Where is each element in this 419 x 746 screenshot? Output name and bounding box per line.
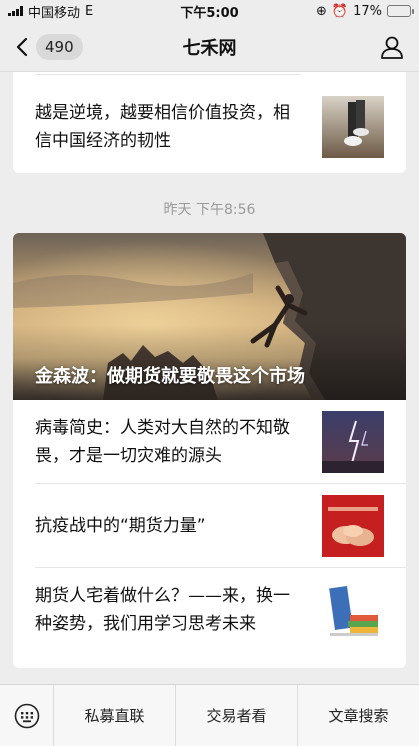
signal-strength-icon — [8, 6, 23, 16]
article-title: 病毒简史：人类对大自然的不知敬畏，才是一切灾难的源头 — [35, 418, 290, 466]
alarm-icon: ⏰ — [331, 3, 349, 19]
navigation-bar: 490 七禾网 — [0, 22, 419, 72]
keyboard-icon — [14, 703, 39, 728]
hero-title: 金森波：做期货就要敬畏这个市场 — [35, 366, 305, 387]
article-title: 抗疫战中的“期货力量” — [35, 516, 206, 536]
divider — [35, 74, 300, 75]
carrier-name: 中国移动 — [28, 5, 81, 21]
back-button[interactable]: 490 — [12, 33, 83, 60]
battery-icon — [387, 5, 414, 17]
lightning-storm-thumbnail — [322, 411, 384, 473]
article-card: 金森波：做期货就要敬畏这个市场 病毒简史：人类对大自然的不知敬畏，才是一切灾难的… — [13, 233, 406, 668]
profile-icon[interactable] — [379, 34, 405, 60]
unread-count-badge: 490 — [36, 33, 83, 60]
status-bar: 中国移动 E 下午5:00 ⊕ ⏰ 17% — [0, 0, 419, 22]
article-title: 越是逆境，越要相信价值投资，相信中国经济的韧性 — [35, 103, 290, 151]
message-timestamp: 昨天 下午8:56 — [163, 202, 256, 218]
network-type: E — [85, 3, 94, 19]
article-item[interactable]: 抗疫战中的“期货力量” — [13, 484, 406, 568]
menu-item-private-fund[interactable]: 私募直联 — [54, 685, 176, 746]
article-item[interactable]: 病毒简史：人类对大自然的不知敬畏，才是一切灾难的源头 — [13, 400, 406, 484]
article-item[interactable]: 越是逆境，越要相信价值投资，相信中国经济的韧性 — [13, 85, 406, 169]
article-title: 期货人宅着做什么？——来，换一种姿势，我们用学习思考未来 — [35, 586, 290, 634]
article-card: 越是逆境，越要相信价值投资，相信中国经济的韧性 — [13, 72, 406, 173]
books-thumbnail — [322, 579, 384, 641]
joined-hands-thumbnail — [322, 495, 384, 557]
menu-item-traders[interactable]: 交易者看 — [176, 685, 298, 746]
runner-thumbnail — [322, 96, 384, 158]
chevron-left-icon — [16, 37, 28, 56]
keyboard-toggle-button[interactable] — [0, 685, 54, 746]
hero-article[interactable]: 金森波：做期货就要敬畏这个市场 — [13, 233, 406, 400]
menu-item-article-search[interactable]: 文章搜索 — [298, 685, 419, 746]
article-item[interactable]: 期货人宅着做什么？——来，换一种姿势，我们用学习思考未来 — [13, 568, 406, 652]
message-feed[interactable]: 越是逆境，越要相信价值投资，相信中国经济的韧性 昨天 下午8:56 金森波：做期… — [0, 72, 419, 684]
bottom-menu-bar: 私募直联 交易者看 文章搜索 — [0, 684, 419, 746]
battery-percent: 17% — [353, 3, 382, 19]
orientation-lock-icon: ⊕ — [316, 3, 327, 19]
